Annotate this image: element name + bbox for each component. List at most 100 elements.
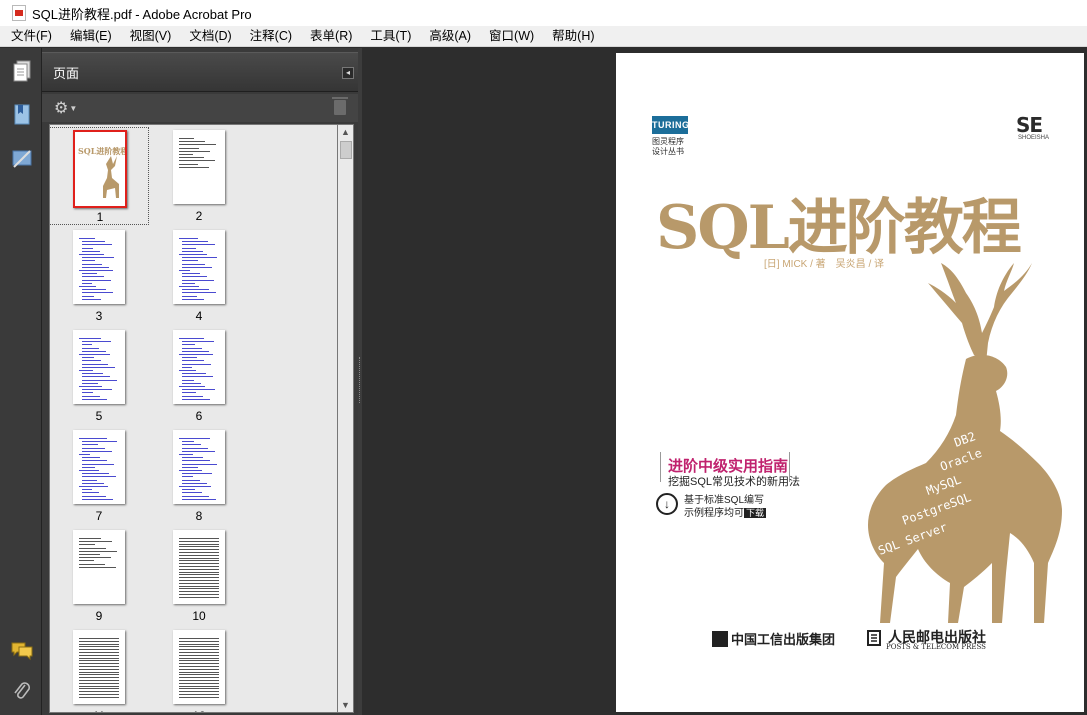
thumb-text-line xyxy=(179,138,194,139)
page-thumbnail-image[interactable] xyxy=(173,130,225,204)
thumb-text-line xyxy=(82,247,93,249)
thumb-text-line xyxy=(179,154,193,155)
menu-file[interactable]: 文件(F) xyxy=(0,26,59,47)
splitter-grip[interactable] xyxy=(359,357,361,403)
page-thumbnail-image[interactable] xyxy=(173,430,225,504)
thumb-text-line xyxy=(179,566,219,567)
gear-icon[interactable]: ⚙ xyxy=(54,98,68,118)
menu-comments[interactable]: 注释(C) xyxy=(239,26,299,47)
menu-window[interactable]: 窗口(W) xyxy=(478,26,541,47)
thumb-text-line xyxy=(79,640,119,642)
chevron-down-icon[interactable]: ▼ xyxy=(69,104,77,113)
pages-panel-toolbar: ⚙ ▼ xyxy=(42,94,358,122)
thumb-text-line xyxy=(179,438,210,439)
scroll-up-icon[interactable]: ▲ xyxy=(338,125,353,139)
window-title: SQL进阶教程.pdf - Adobe Acrobat Pro xyxy=(32,6,252,22)
book-title: SQL进阶教程 xyxy=(656,193,1022,263)
thumb-text-line xyxy=(182,241,208,243)
thumb-text-line xyxy=(179,163,198,165)
thumb-text-line xyxy=(179,147,199,149)
thumb-text-line xyxy=(82,479,97,481)
page-thumbnail-image[interactable]: SQL进阶教程 xyxy=(73,130,127,208)
scroll-thumb[interactable] xyxy=(340,141,352,159)
thumb-text-line xyxy=(82,250,100,252)
page-thumbnail[interactable]: 3 xyxy=(50,227,149,325)
menu-forms[interactable]: 表单(R) xyxy=(299,26,359,47)
thumb-text-line xyxy=(79,238,95,239)
page-thumbnail[interactable]: 7 xyxy=(50,427,149,525)
page-thumbnail[interactable]: 4 xyxy=(149,227,249,325)
thumb-text-line xyxy=(79,354,110,355)
menu-advanced[interactable]: 高级(A) xyxy=(418,26,478,47)
page-thumbnail-image[interactable] xyxy=(173,530,225,604)
thumb-text-line xyxy=(182,263,205,265)
pages-icon[interactable] xyxy=(11,60,33,82)
page-thumbnail[interactable]: 12 xyxy=(149,627,249,712)
bookmarks-icon[interactable] xyxy=(11,104,33,126)
scroll-down-icon[interactable]: ▼ xyxy=(338,698,353,712)
thumb-text-line xyxy=(82,263,102,265)
page-thumbnail[interactable]: 8 xyxy=(149,427,249,525)
thumb-text-line xyxy=(179,691,219,693)
thumb-text-line xyxy=(82,273,97,275)
signatures-icon[interactable] xyxy=(11,148,33,170)
menu-edit[interactable]: 编辑(E) xyxy=(59,26,119,47)
page-number-label: 4 xyxy=(195,309,203,323)
thumbnails-scrollbar[interactable]: ▲ ▼ xyxy=(338,124,354,713)
thumb-text-line xyxy=(182,447,208,449)
thumb-text-line xyxy=(179,652,219,653)
thumb-text-line xyxy=(182,273,200,275)
page-thumbnail[interactable]: SQL进阶教程 1 xyxy=(50,127,149,225)
menu-help[interactable]: 帮助(H) xyxy=(541,26,601,47)
thumb-text-line xyxy=(179,160,215,162)
menu-document[interactable]: 文档(D) xyxy=(178,26,238,47)
menu-bar: 文件(F) 编辑(E) 视图(V) 文档(D) 注释(C) 表单(R) 工具(T… xyxy=(0,26,1087,47)
page-thumbnail[interactable]: 9 xyxy=(50,527,149,625)
page-thumbnail-image[interactable] xyxy=(173,230,225,304)
page-thumbnail[interactable]: 6 xyxy=(149,327,249,425)
menu-view[interactable]: 视图(V) xyxy=(119,26,179,47)
thumb-text-line xyxy=(82,282,92,284)
thumb-text-line xyxy=(79,660,119,662)
page-thumbnail[interactable]: 11 xyxy=(50,627,149,712)
thumb-text-line xyxy=(79,486,108,487)
comments-icon[interactable] xyxy=(11,640,33,662)
page-thumbnail[interactable]: 2 xyxy=(149,127,249,225)
collapse-panel-button[interactable]: ◂ xyxy=(342,67,354,79)
page-thumbnails[interactable]: SQL进阶教程12 3 4 5 6 7 8 9 10 1112 xyxy=(49,124,338,713)
thumb-text-line xyxy=(179,688,219,690)
page-thumbnail-image[interactable] xyxy=(173,330,225,404)
thumb-text-line xyxy=(179,254,207,255)
thumb-text-line xyxy=(79,338,101,339)
page-number-label: 6 xyxy=(195,409,203,423)
trash-icon[interactable] xyxy=(332,97,348,115)
publisher-group: 中国工信出版集团 xyxy=(712,629,835,648)
page-thumbnail-image[interactable] xyxy=(173,630,225,704)
page-thumbnail[interactable]: 5 xyxy=(50,327,149,425)
thumb-text-line xyxy=(179,552,219,553)
thumb-text-line xyxy=(79,538,101,539)
page-number-label: 3 xyxy=(95,309,103,323)
publisher-group-name: 中国工信出版集团 xyxy=(731,632,836,647)
attachments-icon[interactable] xyxy=(11,681,33,703)
thumb-text-line xyxy=(79,654,119,656)
thumb-text-line xyxy=(79,386,102,387)
download-icon: ↓ xyxy=(656,493,678,515)
page-thumbnail-image[interactable] xyxy=(73,430,125,504)
thumb-text-line xyxy=(179,591,219,593)
thumb-text-line xyxy=(79,688,119,690)
page-number-label: 10 xyxy=(192,609,206,623)
menu-tools[interactable]: 工具(T) xyxy=(359,26,418,47)
page-number-label: 9 xyxy=(95,609,103,623)
page-thumbnail-image[interactable] xyxy=(73,230,125,304)
page-thumbnail[interactable]: 10 xyxy=(149,527,249,625)
page-thumbnail-image[interactable] xyxy=(73,630,125,704)
page-thumbnail-image[interactable] xyxy=(73,530,125,604)
thumb-text-line xyxy=(79,270,113,271)
shoeisha-logo: SE xyxy=(1016,113,1043,137)
thumb-text-line xyxy=(79,454,90,455)
thumb-text-line xyxy=(82,344,92,346)
page-number-label: 8 xyxy=(195,509,203,523)
thumb-deer-icon xyxy=(103,156,119,198)
page-thumbnail-image[interactable] xyxy=(73,330,125,404)
